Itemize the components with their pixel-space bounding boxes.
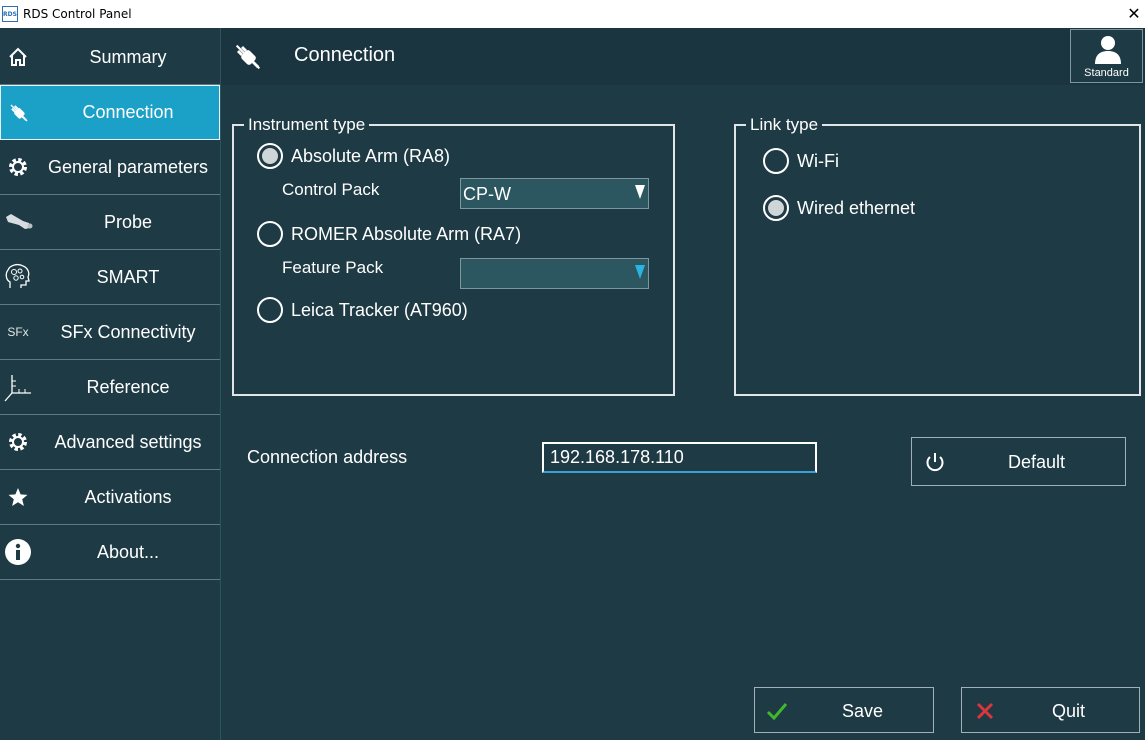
radio-absolute-arm-ra8[interactable]: Absolute Arm (RA8) — [257, 143, 450, 169]
sidebar-item-label: Reference — [86, 376, 170, 397]
axes-icon — [0, 360, 36, 415]
quit-button-label: Quit — [1052, 701, 1086, 721]
default-button-label: Default — [1008, 452, 1066, 472]
sidebar-item-general-parameters[interactable]: General parameters — [0, 140, 220, 195]
radio-indicator — [763, 148, 789, 174]
sidebar-item-smart[interactable]: SMART — [0, 250, 220, 305]
app-logo-icon: RDS — [2, 6, 18, 22]
star-icon — [0, 470, 36, 525]
window-title: RDS Control Panel — [23, 7, 132, 21]
plug-icon — [1, 85, 37, 140]
radio-wifi[interactable]: Wi-Fi — [763, 148, 839, 174]
control-pack-label: Control Pack — [282, 180, 380, 199]
connection-address-input[interactable] — [542, 442, 817, 473]
close-icon — [974, 700, 996, 727]
sidebar-item-probe[interactable]: Probe — [0, 195, 220, 250]
sidebar-item-label: General parameters — [47, 156, 209, 177]
radio-leica-tracker-at960[interactable]: Leica Tracker (AT960) — [257, 297, 468, 323]
save-button-label: Save — [842, 701, 884, 721]
sidebar-item-activations[interactable]: Activations — [0, 470, 220, 525]
close-window-button[interactable]: ✕ — [1123, 0, 1145, 28]
sidebar-item-label: Summary — [89, 46, 167, 67]
page-header: Connection Standard — [221, 28, 1145, 85]
sidebar-item-label: Probe — [103, 211, 153, 232]
gear-icon — [0, 415, 36, 470]
sidebar-item-connection[interactable]: Connection — [0, 85, 220, 140]
radio-indicator — [257, 143, 283, 169]
home-icon — [0, 30, 36, 85]
sfx-icon: SFx — [7, 325, 29, 339]
user-profile-button[interactable]: Standard — [1070, 29, 1143, 83]
radio-label: Absolute Arm (RA8) — [291, 145, 451, 166]
sidebar-item-label: About... — [96, 541, 160, 562]
page-title: Connection — [294, 44, 396, 66]
sidebar-item-label: Activations — [84, 486, 172, 507]
feature-pack-select[interactable] — [460, 258, 649, 289]
sidebar-item-advanced-settings[interactable]: Advanced settings — [0, 415, 220, 470]
dropdown-arrow-icon — [635, 265, 645, 279]
radio-indicator — [257, 297, 283, 323]
gear-icon — [0, 140, 36, 195]
radio-label: Wi-Fi — [797, 150, 839, 171]
radio-indicator — [763, 195, 789, 221]
sidebar-item-about[interactable]: About... — [0, 525, 220, 580]
sidebar-item-reference[interactable]: Reference — [0, 360, 220, 415]
quit-button[interactable]: Quit — [961, 687, 1140, 733]
sidebar-item-label: SMART — [96, 266, 160, 287]
user-icon — [1093, 34, 1123, 69]
sidebar-item-label: Advanced settings — [54, 431, 202, 452]
user-role-label: Standard — [1084, 67, 1129, 79]
radio-label: ROMER Absolute Arm (RA7) — [291, 223, 522, 244]
save-button[interactable]: Save — [754, 687, 934, 733]
probe-icon — [0, 195, 36, 250]
feature-pack-label: Feature Pack — [282, 258, 384, 277]
radio-wired-ethernet[interactable]: Wired ethernet — [763, 195, 915, 221]
radio-romer-absolute-arm-ra7[interactable]: ROMER Absolute Arm (RA7) — [257, 221, 521, 247]
sidebar-item-sfx-connectivity[interactable]: SFx SFx Connectivity — [0, 305, 220, 360]
radio-label: Leica Tracker (AT960) — [291, 299, 468, 320]
default-button[interactable]: Default — [911, 437, 1126, 486]
window-titlebar: RDS RDS Control Panel ✕ — [0, 0, 1145, 28]
info-icon — [0, 525, 36, 580]
control-pack-value: CP-W — [463, 184, 511, 204]
power-icon — [924, 451, 946, 478]
checkmark-icon — [765, 699, 789, 728]
brain-icon — [0, 250, 36, 305]
sidebar-item-label: Connection — [82, 102, 174, 122]
instrument-type-legend: Instrument type — [244, 115, 370, 135]
sidebar-item-label: SFx Connectivity — [60, 321, 196, 342]
control-pack-select[interactable]: CP-W — [460, 178, 649, 209]
radio-label: Wired ethernet — [797, 197, 916, 218]
dropdown-arrow-icon — [635, 185, 645, 199]
connection-address-label: Connection address — [247, 447, 408, 467]
plug-icon — [231, 40, 265, 79]
sidebar: Summary Connection General parameters Pr… — [0, 28, 221, 740]
radio-indicator — [257, 221, 283, 247]
link-type-legend: Link type — [746, 115, 823, 135]
sidebar-item-summary[interactable]: Summary — [0, 30, 220, 85]
